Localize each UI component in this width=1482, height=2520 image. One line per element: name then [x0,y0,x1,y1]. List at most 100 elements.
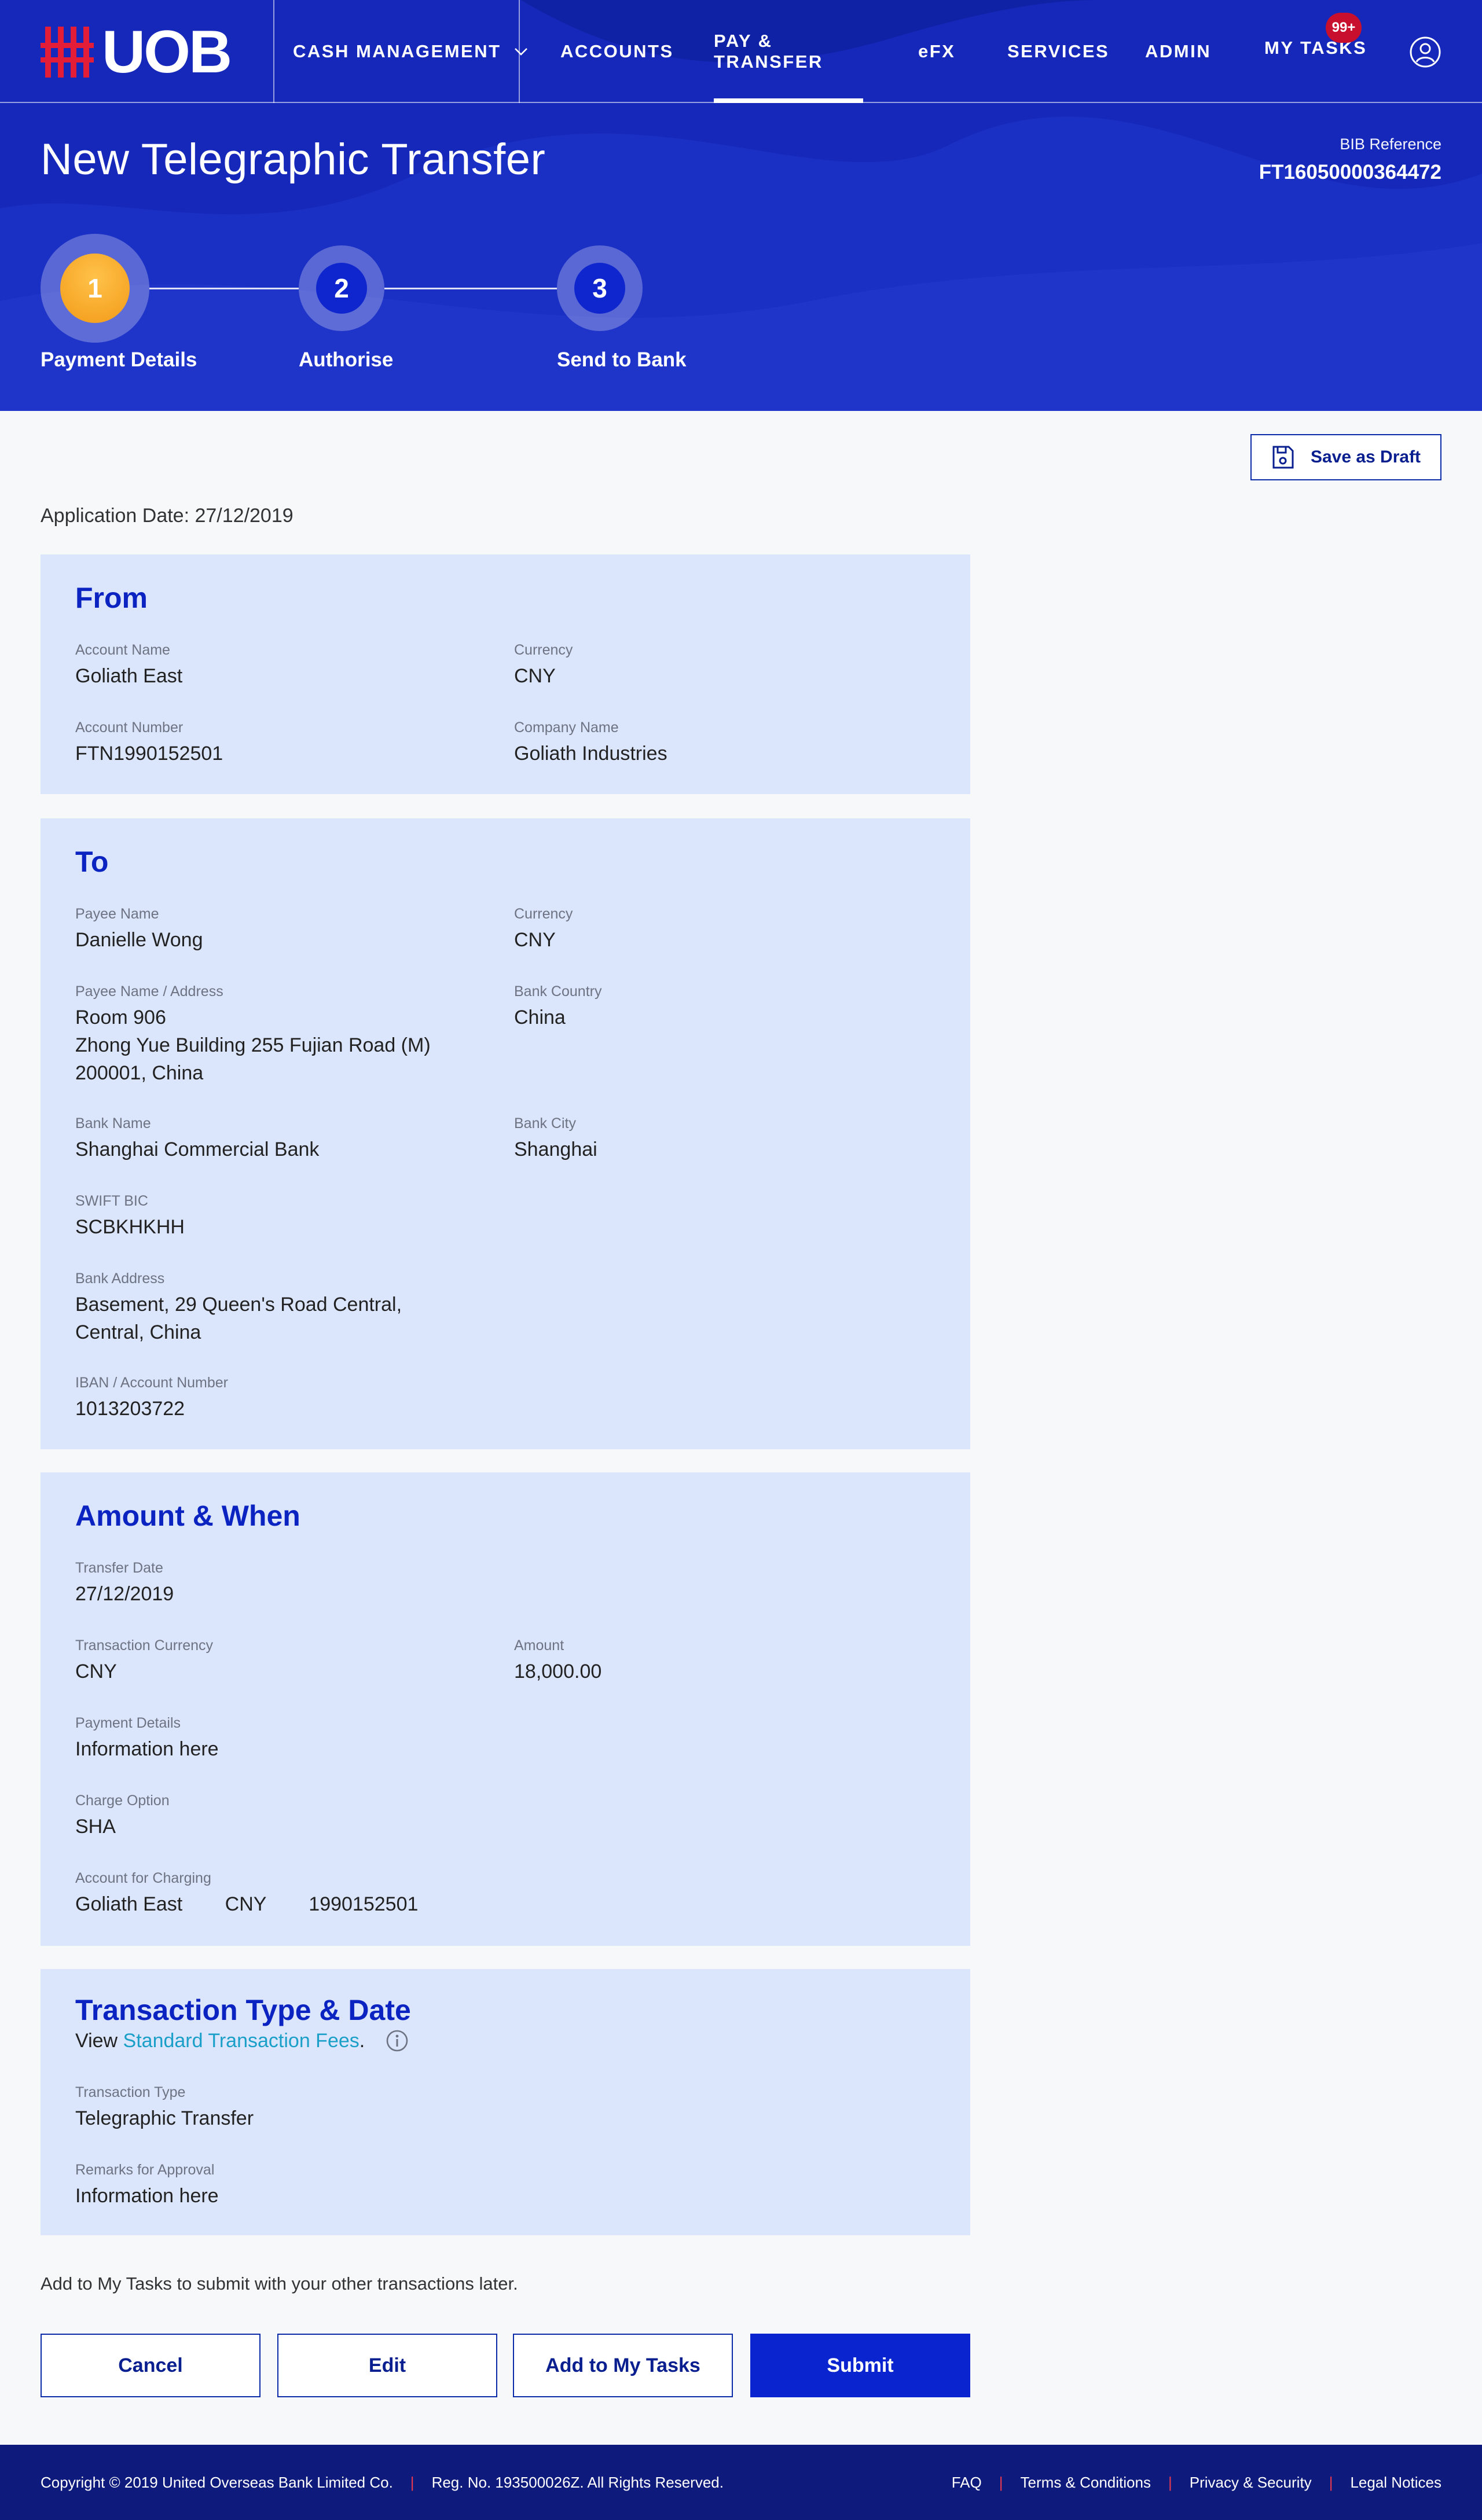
bib-reference-label: BIB Reference [1340,135,1441,153]
amount-transfer-date: Transfer Date 27/12/2019 [75,1559,174,1608]
footer-separator: | [1168,2473,1172,2491]
field-value: SHA [75,1816,116,1838]
user-icon[interactable] [1409,36,1441,68]
footer-legal-text: Copyright © 2019 United Overseas Bank Li… [41,2445,724,2520]
footer-link-privacy[interactable]: Privacy & Security [1190,2474,1312,2492]
info-icon[interactable] [386,2029,409,2052]
save-as-draft-button[interactable]: Save as Draft [1250,434,1441,480]
add-to-my-tasks-button[interactable]: Add to My Tasks [513,2334,733,2397]
field-label: Account Number [75,719,184,736]
to-bank-country: Bank Country China [514,983,601,1031]
transaction-type: Transaction Type Telegraphic Transfer [75,2084,254,2132]
section-title-to: To [75,846,109,878]
nav-efx[interactable]: eFX [918,0,955,103]
to-section: To Payee Name Danielle Wong Currency CNY… [41,818,970,1449]
application-date: Application Date: 27/12/2019 [41,505,294,527]
nav-services[interactable]: SERVICES [1007,0,1109,103]
to-swift-bic: SWIFT BIC SCBKHKHH [75,1192,185,1241]
edit-button[interactable]: Edit [277,2334,497,2397]
field-value: Information here [75,2185,219,2207]
field-label: Payment Details [75,1715,181,1731]
charging-account-number: 1990152501 [309,1893,419,1915]
step-1-label: Payment Details [41,348,197,371]
footer-separator: | [1329,2473,1333,2491]
logo-text: UOB [102,19,232,86]
field-value: Zhong Yue Building 255 Fujian Road (M) [75,1034,431,1056]
nav-divider [519,0,520,103]
field-value: FTN1990152501 [75,743,223,765]
field-value: Goliath East CNY 1990152501 [75,1890,418,1918]
footer-registration: Reg. No. 193500026Z. All Rights Reserved… [431,2473,724,2491]
transaction-remarks: Remarks for Approval Information here [75,2161,219,2210]
nav-admin[interactable]: ADMIN [1145,0,1211,103]
step-3-number: 3 [574,263,625,314]
field-label: Bank City [514,1115,576,1132]
from-currency: Currency CNY [514,641,573,690]
amount-section: Amount & When Transfer Date 27/12/2019 T… [41,1472,970,1946]
amount-payment-details: Payment Details Information here [75,1714,219,1763]
to-currency: Currency CNY [514,905,573,954]
field-label: Payee Name [75,906,159,922]
field-value: Danielle Wong [75,929,203,951]
to-bank-address: Bank Address Basement, 29 Queen's Road C… [75,1270,402,1346]
submit-button[interactable]: Submit [750,2334,970,2397]
field-label: Currency [514,906,573,922]
field-label: Bank Country [514,983,602,1000]
to-iban: IBAN / Account Number 1013203722 [75,1374,228,1423]
page-header: UOB CASH MANAGEMENT ACCOUNTS PAY & TRANS… [0,0,1482,411]
field-label: IBAN / Account Number [75,1375,229,1391]
nav-pay-transfer-label: PAY & TRANSFER [714,31,823,72]
section-title-transaction: Transaction Type & Date [75,1994,411,2026]
amount-charge-option: Charge Option SHA [75,1792,170,1841]
footer-link-faq[interactable]: FAQ [952,2474,982,2492]
field-label: Transfer Date [75,1560,163,1576]
field-value: Telegraphic Transfer [75,2107,254,2129]
stepper-connector [149,288,299,289]
transaction-section: Transaction Type & Date View Standard Tr… [41,1969,970,2235]
to-payee-address: Payee Name / Address Room 906 Zhong Yue … [75,983,431,1087]
field-value: 18,000.00 [514,1661,602,1683]
standard-transaction-fees-link[interactable]: Standard Transaction Fees [123,2030,360,2052]
bib-reference-value: FT16050000364472 [1259,161,1441,183]
nav-divider [273,0,274,103]
footer-link-legal[interactable]: Legal Notices [1350,2474,1441,2492]
from-section: From Account Name Goliath East Currency … [41,554,970,794]
field-value: CNY [75,1661,117,1683]
field-label: SWIFT BIC [75,1193,148,1209]
field-value: CNY [514,665,556,687]
nav-accounts[interactable]: ACCOUNTS [560,0,674,103]
nav-pay-transfer[interactable]: PAY & TRANSFER [714,0,863,103]
step-2-number: 2 [316,263,367,314]
to-payee-name: Payee Name Danielle Wong [75,905,203,954]
field-value: Goliath East [75,665,183,687]
from-company-name: Company Name Goliath Industries [514,719,667,767]
cancel-button[interactable]: Cancel [41,2334,261,2397]
amount-charging-account: Account for Charging Goliath East CNY 19… [75,1869,418,1918]
footer-separator: | [999,2473,1003,2491]
to-bank-name: Bank Name Shanghai Commercial Bank [75,1115,319,1163]
field-label: Transaction Currency [75,1637,214,1654]
field-label: Company Name [514,719,619,736]
field-label: Remarks for Approval [75,2162,215,2178]
nav-cash-management[interactable]: CASH MANAGEMENT [293,0,528,103]
footer-links: FAQ | Terms & Conditions | Privacy & Sec… [952,2445,1441,2520]
field-label: Amount [514,1637,564,1654]
step-3-indicator: 3 [557,245,643,331]
to-bank-city: Bank City Shanghai [514,1115,597,1163]
save-as-draft-label: Save as Draft [1310,447,1421,466]
nav-cash-management-label: CASH MANAGEMENT [293,41,501,61]
section-title-from: From [75,582,148,614]
field-label: Bank Name [75,1115,151,1132]
field-label: Charge Option [75,1792,170,1809]
charging-account-name: Goliath East [75,1893,183,1915]
field-value: Basement, 29 Queen's Road Central, [75,1294,402,1316]
field-value: Information here [75,1738,219,1760]
amount-transaction-currency: Transaction Currency CNY [75,1637,213,1685]
page-title: New Telegraphic Transfer [41,135,546,184]
footer-link-terms[interactable]: Terms & Conditions [1021,2474,1151,2492]
save-icon [1272,446,1294,469]
uob-logo[interactable]: UOB [41,19,232,86]
field-value: CNY [514,929,556,951]
field-label: Account for Charging [75,1870,211,1886]
my-tasks-badge: 99+ [1326,13,1362,43]
